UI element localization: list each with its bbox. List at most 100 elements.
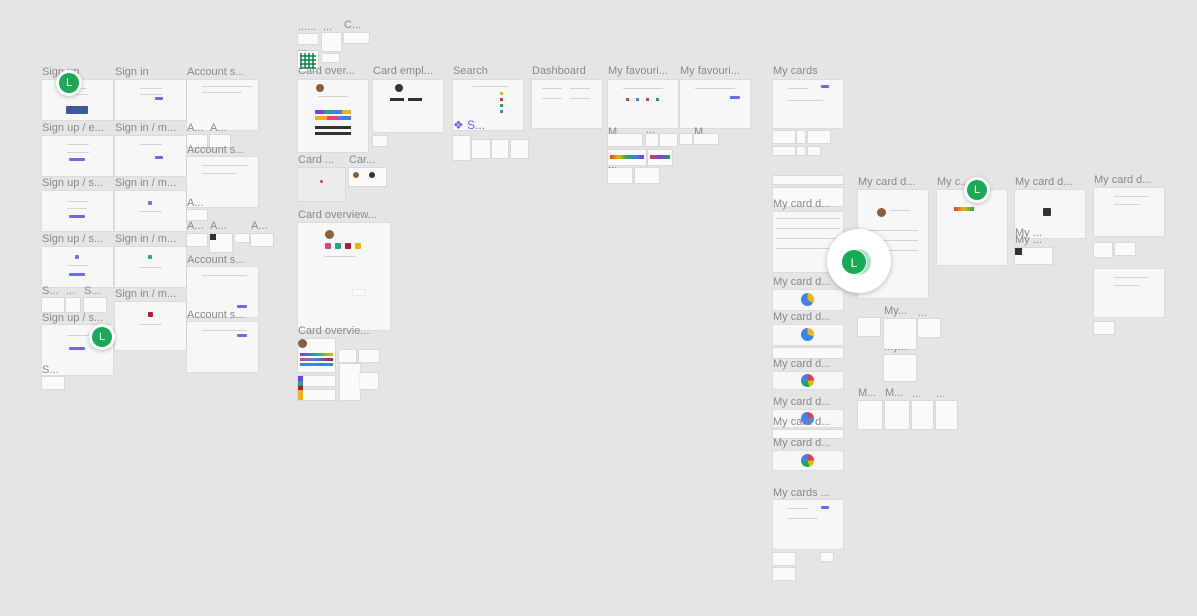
- frame-label[interactable]: My cards: [773, 65, 818, 77]
- frame-thumbnail[interactable]: [115, 191, 186, 231]
- frame-label[interactable]: Sign in / m...: [115, 177, 176, 189]
- frame-thumbnail[interactable]: [773, 147, 795, 155]
- frame-label[interactable]: S...: [84, 285, 101, 297]
- frame-thumbnail[interactable]: [773, 568, 795, 580]
- frame-thumbnail[interactable]: [322, 54, 339, 62]
- frame-thumbnail[interactable]: [492, 140, 508, 158]
- frame-thumbnail[interactable]: [608, 134, 642, 146]
- frame-thumbnail[interactable]: [115, 136, 186, 176]
- frame-thumbnail[interactable]: [235, 234, 249, 242]
- frame-thumbnail[interactable]: [1115, 243, 1135, 255]
- frame-label[interactable]: My card d...: [773, 198, 830, 210]
- frame-thumbnail[interactable]: [359, 350, 379, 362]
- frame-thumbnail[interactable]: [773, 451, 843, 470]
- frame-thumbnail[interactable]: [912, 401, 933, 429]
- frame-label[interactable]: Sign up / s...: [42, 177, 103, 189]
- frame-thumbnail[interactable]: [373, 136, 387, 146]
- frame-label[interactable]: My favouri...: [608, 65, 668, 77]
- frame-label[interactable]: ......: [298, 21, 316, 33]
- frame-thumbnail[interactable]: [349, 168, 386, 186]
- map-thumbnail[interactable]: [298, 168, 345, 201]
- frame-label[interactable]: Dashboard: [532, 65, 586, 77]
- frame-label[interactable]: My card d...: [858, 176, 915, 188]
- frame-thumbnail[interactable]: [115, 247, 186, 287]
- collaborator-avatar[interactable]: L: [964, 177, 990, 203]
- frame-label[interactable]: My card d...: [1094, 174, 1151, 186]
- frame-label[interactable]: A...: [187, 220, 204, 232]
- frame-label[interactable]: Card overview...: [298, 209, 377, 221]
- frame-thumbnail[interactable]: [773, 290, 843, 310]
- frame-label[interactable]: Account s...: [187, 66, 244, 78]
- frame-label[interactable]: Account s...: [187, 144, 244, 156]
- frame-label[interactable]: Car...: [349, 154, 375, 166]
- frame-thumbnail[interactable]: [918, 319, 940, 337]
- frame-label[interactable]: My card d...: [1015, 176, 1072, 188]
- frame-label[interactable]: Sign up / s...: [42, 233, 103, 245]
- frame-thumbnail[interactable]: [680, 134, 692, 144]
- frame-label[interactable]: ...: [936, 388, 945, 400]
- frame-thumbnail[interactable]: [608, 80, 678, 128]
- collaborator-avatar[interactable]: L: [56, 70, 82, 96]
- frame-thumbnail[interactable]: [773, 348, 843, 358]
- frame-thumbnail[interactable]: [42, 191, 113, 231]
- frame-label[interactable]: ...: [918, 307, 927, 319]
- frame-label[interactable]: My card d...: [773, 437, 830, 449]
- frame-thumbnail[interactable]: [322, 33, 341, 51]
- frame-thumbnail[interactable]: [885, 401, 909, 429]
- frame-thumbnail[interactable]: [635, 168, 659, 183]
- frame-thumbnail[interactable]: [251, 234, 273, 246]
- frame-thumbnail[interactable]: [773, 131, 795, 143]
- frame-label[interactable]: Sign in / m...: [115, 233, 176, 245]
- frame-thumbnail[interactable]: [42, 298, 64, 312]
- frame-label[interactable]: My card d...: [773, 276, 830, 288]
- frame-thumbnail[interactable]: [648, 150, 672, 165]
- frame-label[interactable]: Account s...: [187, 309, 244, 321]
- frame-thumbnail[interactable]: [808, 131, 830, 143]
- frame-label[interactable]: Search: [453, 65, 488, 77]
- frame-label[interactable]: C...: [344, 19, 361, 31]
- frame-label[interactable]: Sign up / e...: [42, 122, 104, 134]
- frame-thumbnail[interactable]: [360, 373, 378, 389]
- design-canvas[interactable]: Sign up Sign up / e... Sign up / s... Si…: [0, 0, 1197, 616]
- frame-label[interactable]: Sign up / s...: [42, 312, 103, 324]
- frame-thumbnail[interactable]: [298, 390, 335, 400]
- frame-label[interactable]: A...: [187, 197, 204, 209]
- frame-label[interactable]: Card empl...: [373, 65, 433, 77]
- frame-thumbnail[interactable]: [773, 553, 795, 565]
- frame-thumbnail[interactable]: [42, 136, 113, 176]
- frame-thumbnail[interactable]: [858, 401, 882, 429]
- frame-thumbnail[interactable]: [472, 140, 490, 158]
- frame-thumbnail[interactable]: [42, 377, 64, 389]
- frame-thumbnail[interactable]: [1094, 269, 1164, 317]
- frame-thumbnail[interactable]: [373, 80, 443, 132]
- frame-thumbnail[interactable]: [884, 355, 916, 381]
- frame-thumbnail[interactable]: [115, 80, 186, 120]
- frame-thumbnail[interactable]: [344, 33, 369, 43]
- frame-thumbnail[interactable]: [532, 80, 602, 128]
- frame-thumbnail[interactable]: [298, 376, 335, 396]
- frame-label[interactable]: My card d...: [773, 416, 830, 428]
- frame-thumbnail[interactable]: [884, 319, 916, 349]
- frame-label[interactable]: A...: [210, 220, 227, 232]
- frame-label[interactable]: My card d...: [773, 396, 830, 408]
- frame-label[interactable]: M...: [885, 387, 903, 399]
- frame-label[interactable]: Card overvie...: [298, 325, 370, 337]
- frame-thumbnail[interactable]: [797, 147, 805, 155]
- frame-thumbnail[interactable]: [936, 401, 957, 429]
- frame-thumbnail[interactable]: [84, 298, 106, 312]
- frame-thumbnail[interactable]: [210, 234, 232, 252]
- frame-thumbnail[interactable]: [66, 298, 80, 312]
- frame-label[interactable]: My favouri...: [680, 65, 740, 77]
- collaborator-avatar[interactable]: L: [89, 324, 115, 350]
- frame-label[interactable]: Card ...: [298, 154, 334, 166]
- frame-thumbnail[interactable]: [339, 350, 356, 362]
- collaborator-avatar-stack[interactable]: L: [827, 229, 891, 293]
- frame-thumbnail[interactable]: [298, 80, 368, 152]
- frame-thumbnail[interactable]: [1094, 243, 1112, 257]
- frame-thumbnail[interactable]: [298, 223, 390, 330]
- frame-thumbnail[interactable]: [340, 364, 360, 400]
- frame-thumbnail[interactable]: [608, 168, 632, 183]
- frame-thumbnail[interactable]: [660, 134, 677, 146]
- frame-label[interactable]: My...: [884, 305, 907, 317]
- frame-thumbnail[interactable]: [115, 302, 186, 350]
